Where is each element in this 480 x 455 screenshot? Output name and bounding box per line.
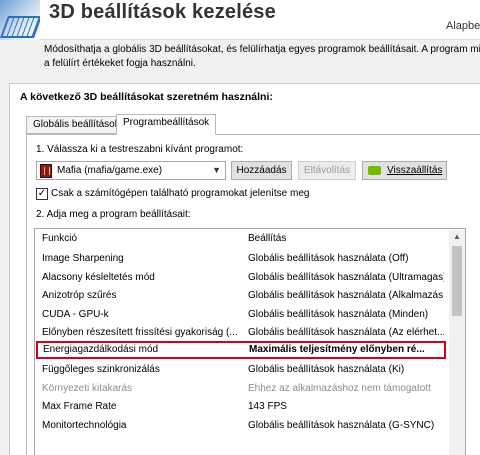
- setting-cell[interactable]: Globális beállítások használata (Az elér…: [248, 327, 444, 338]
- page-description: Módosíthatja a globális 3D beállításokat…: [44, 43, 480, 70]
- page-header: 3D beállítások kezelése Alapbe: [0, 0, 480, 40]
- table-row[interactable]: Környezeti kitakarás Ehhez az alkalmazás…: [35, 380, 447, 398]
- table-row[interactable]: CUDA - GPU-k Globális beállítások haszná…: [35, 306, 447, 324]
- function-cell: Image Sharpening: [42, 253, 124, 264]
- restore-button-label: Visszaállítás: [387, 165, 443, 176]
- table-row[interactable]: Max Frame Rate 143 FPS: [35, 398, 447, 416]
- restore-button[interactable]: Visszaállítás: [362, 161, 447, 180]
- function-cell: Alacsony késleltetés mód: [42, 271, 155, 283]
- scroll-up-icon[interactable]: ▲: [449, 230, 465, 244]
- function-cell: Anizotróp szűrés: [42, 290, 117, 301]
- table-row[interactable]: Előnyben részesített frissítési gyakoris…: [35, 324, 447, 342]
- selected-program: Mafia (mafia/game.exe): [57, 165, 163, 176]
- settings-table: Funkció Beállítás Image Sharpening Globá…: [34, 228, 466, 455]
- show-installed-only-label: Csak a számítógépen található programoka…: [51, 188, 310, 199]
- step1-label: 1. Válassza ki a testreszabni kívánt pro…: [36, 144, 244, 155]
- program-select[interactable]: Mafia (mafia/game.exe) ▼: [36, 161, 226, 180]
- table-row[interactable]: Alacsony késleltetés mód Globális beállí…: [35, 269, 447, 287]
- function-cell: Max Frame Rate: [42, 401, 117, 412]
- show-installed-only-checkbox[interactable]: ✓: [36, 188, 48, 200]
- setting-cell[interactable]: Maximális teljesítmény előnyben ré...: [249, 344, 445, 355]
- step2-label: 2. Adja meg a program beállításait:: [36, 209, 191, 220]
- setting-cell[interactable]: Globális beállítások használata (Off): [248, 253, 444, 264]
- function-cell: Monitortechnológia: [42, 419, 127, 431]
- nvidia-logo-icon: [368, 166, 381, 175]
- function-cell: Függőleges szinkronizálás: [42, 364, 160, 375]
- mafia-program-icon: [40, 164, 52, 178]
- setting-cell[interactable]: Globális beállítások használata (G-SYNC): [248, 420, 444, 431]
- setting-cell[interactable]: Globális beállítások használata (Minden): [248, 309, 444, 320]
- setting-cell[interactable]: Globális beállítások használata (Alkalma…: [248, 290, 444, 301]
- chevron-down-icon: ▼: [212, 165, 221, 175]
- setting-cell: Ehhez az alkalmazáshoz nem támogatott: [248, 382, 431, 394]
- section-label: A következő 3D beállításokat szeretném h…: [20, 91, 273, 103]
- tab-program-settings[interactable]: Programbeállítások: [116, 114, 217, 135]
- function-cell: Energiagazdálkodási mód: [43, 344, 159, 355]
- description-line-1: Módosíthatja a globális 3D beállításokat…: [44, 44, 480, 55]
- table-row[interactable]: Monitortechnológia Globális beállítások …: [35, 417, 447, 435]
- setting-cell[interactable]: Globális beállítások használata (Ki): [248, 364, 444, 375]
- setting-cell[interactable]: 143 FPS: [248, 401, 444, 412]
- function-cell: CUDA - GPU-k: [42, 308, 109, 320]
- remove-program-button[interactable]: Eltávolítás: [298, 161, 356, 180]
- column-header-function: Funkció: [42, 233, 78, 244]
- table-row-highlighted[interactable]: Energiagazdálkodási mód Maximális teljes…: [36, 341, 446, 359]
- setting-cell[interactable]: Globális beállítások használata (Ultrama…: [248, 272, 444, 283]
- table-scrollbar[interactable]: ▲: [449, 230, 465, 455]
- table-row[interactable]: Image Sharpening Globális beállítások ha…: [35, 250, 447, 268]
- restore-defaults-link[interactable]: Alapbe: [446, 20, 480, 32]
- add-program-button[interactable]: Hozzáadás: [231, 161, 292, 180]
- function-cell: Környezeti kitakarás: [42, 382, 133, 394]
- 3d-settings-icon: [0, 0, 40, 40]
- column-header-setting: Beállítás: [248, 233, 287, 244]
- scroll-thumb[interactable]: [452, 246, 462, 316]
- page-title: 3D beállítások kezelése: [49, 1, 276, 23]
- table-row[interactable]: Anizotróp szűrés Globális beállítások ha…: [35, 287, 447, 305]
- function-cell: Előnyben részesített frissítési gyakoris…: [42, 327, 238, 338]
- tab-global-settings[interactable]: Globális beállítások: [26, 116, 127, 134]
- table-row[interactable]: Függőleges szinkronizálás Globális beáll…: [35, 361, 447, 379]
- description-line-2: a felülírt értékeket fogja használni.: [44, 57, 196, 69]
